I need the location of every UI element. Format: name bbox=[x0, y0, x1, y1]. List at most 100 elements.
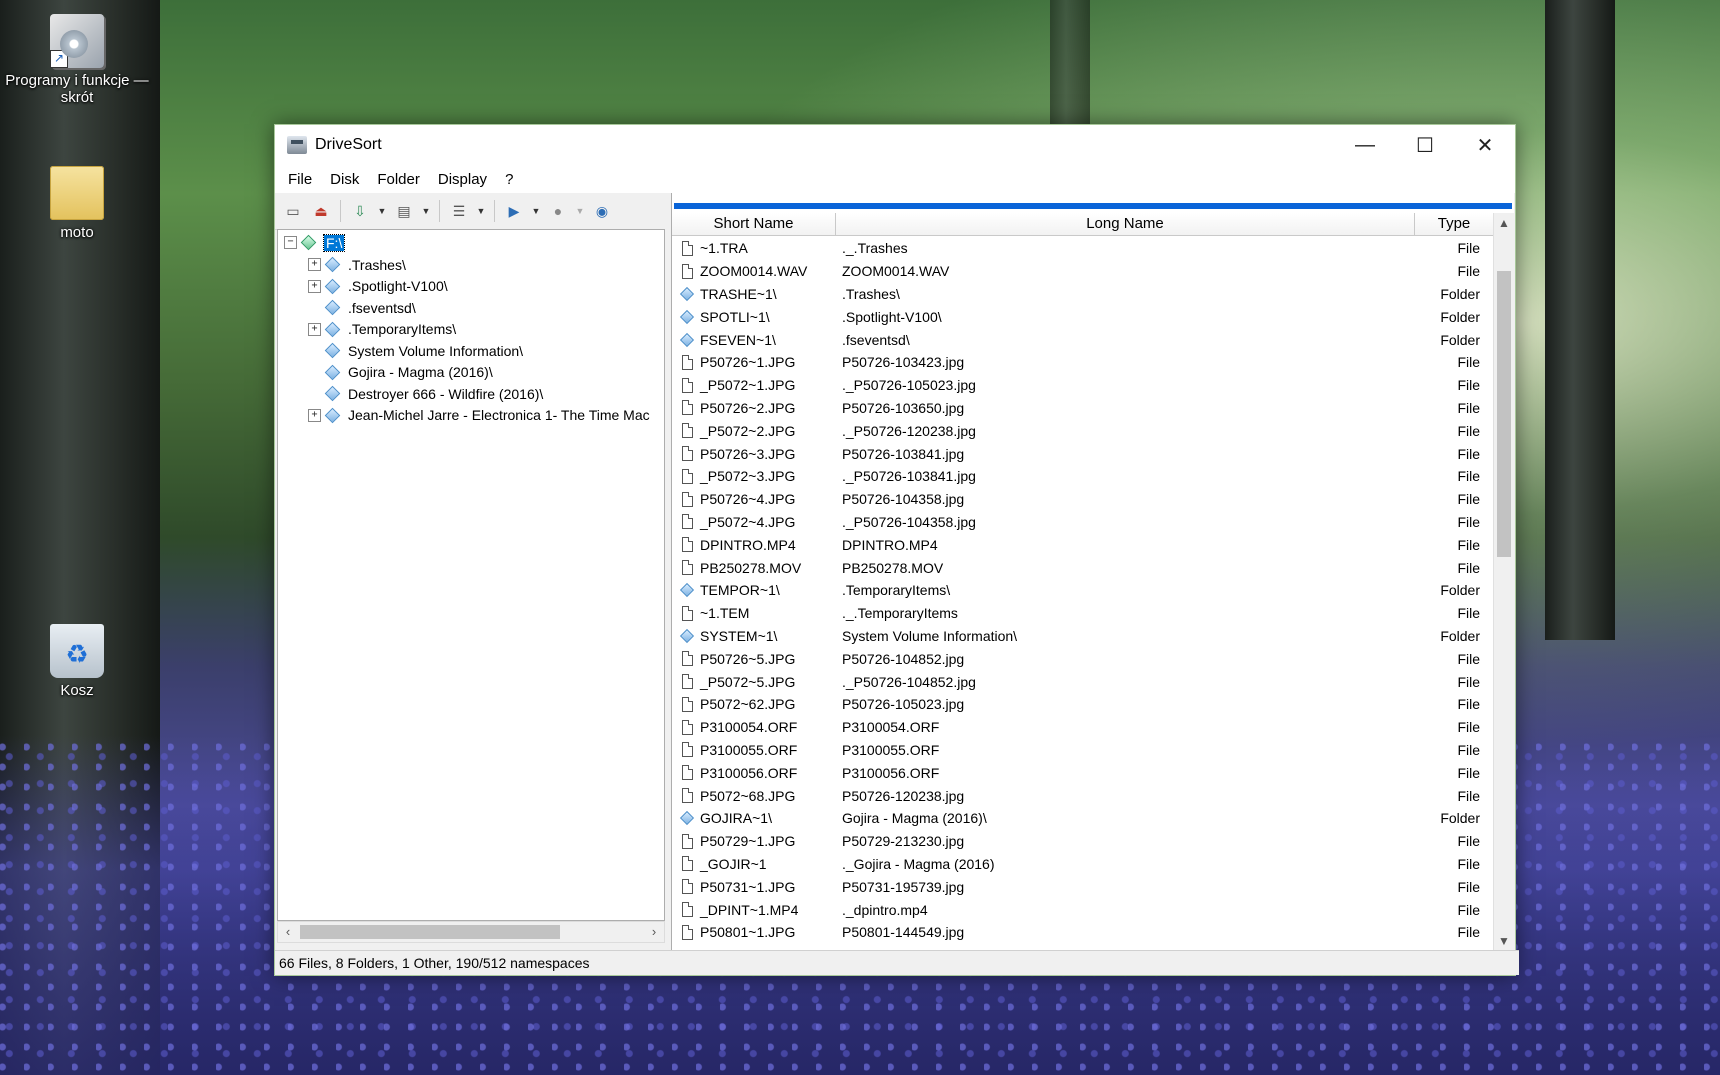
table-row[interactable]: _P5072~5.JPG ._P50726-104852.jpg File bbox=[672, 670, 1494, 693]
table-row[interactable]: _P5072~1.JPG ._P50726-105023.jpg File bbox=[672, 374, 1494, 397]
stop-icon[interactable]: ◉ bbox=[590, 200, 614, 222]
menu-file[interactable]: File bbox=[279, 171, 321, 188]
table-row[interactable]: P3100055.ORF P3100055.ORF File bbox=[672, 739, 1494, 762]
scroll-left-icon[interactable]: ‹ bbox=[278, 922, 298, 942]
tree-item-label[interactable]: Jean-Michel Jarre - Electronica 1- The T… bbox=[348, 407, 650, 423]
table-row[interactable]: P50726~2.JPG P50726-103650.jpg File bbox=[672, 397, 1494, 420]
row-icon-wrap bbox=[678, 605, 696, 621]
desktop-icon-recycle-bin[interactable]: ♻ Kosz bbox=[2, 624, 152, 699]
column-header-long-name[interactable]: Long Name bbox=[836, 213, 1415, 236]
long-name-cell: ._P50726-103841.jpg bbox=[842, 468, 976, 485]
scrollbar-thumb[interactable] bbox=[300, 925, 560, 939]
table-row[interactable]: _P5072~4.JPG ._P50726-104358.jpg File bbox=[672, 511, 1494, 534]
tree-item[interactable]: .fseventsd\ bbox=[308, 297, 416, 318]
app-icon[interactable] bbox=[287, 136, 307, 154]
table-row[interactable]: PB250278.MOV PB250278.MOV File bbox=[672, 556, 1494, 579]
desktop-icon-moto[interactable]: moto bbox=[2, 166, 152, 241]
title-bar[interactable]: DriveSort — ☐ ✕ bbox=[275, 125, 1515, 165]
short-name-cell: _P5072~3.JPG bbox=[700, 468, 796, 485]
table-row[interactable]: _GOJIR~1 ._Gojira - Magma (2016) File bbox=[672, 853, 1494, 876]
record-dropdown-arrow-icon[interactable]: ▼ bbox=[574, 200, 586, 222]
sort-icon[interactable]: ⇩ bbox=[348, 200, 372, 222]
table-row[interactable]: P50801~1.JPG P50801-144549.jpg File bbox=[672, 921, 1494, 944]
minimize-button[interactable]: — bbox=[1335, 125, 1395, 165]
table-row[interactable]: P50726~1.JPG P50726-103423.jpg File bbox=[672, 351, 1494, 374]
tree-item[interactable]: + Jean-Michel Jarre - Electronica 1- The… bbox=[308, 405, 650, 426]
view-dropdown-arrow-icon[interactable]: ▼ bbox=[475, 200, 487, 222]
short-name-cell: ~1.TEM bbox=[700, 605, 750, 622]
tree-item-label[interactable]: .Trashes\ bbox=[348, 257, 406, 273]
table-row[interactable]: _DPINT~1.MP4 ._dpintro.mp4 File bbox=[672, 898, 1494, 921]
tree-item-label[interactable]: .TemporaryItems\ bbox=[348, 321, 456, 337]
play-dropdown-arrow-icon[interactable]: ▼ bbox=[530, 200, 542, 222]
table-row[interactable]: P50726~3.JPG P50726-103841.jpg File bbox=[672, 442, 1494, 465]
table-row[interactable]: ZOOM0014.WAV ZOOM0014.WAV File bbox=[672, 260, 1494, 283]
folder-tree[interactable]: − F:\ + .Trashes\ + .Spotlight-V100\ .fs… bbox=[277, 229, 665, 921]
expand-icon[interactable]: + bbox=[308, 258, 321, 271]
table-row[interactable]: SPOTLI~1\ .Spotlight-V100\ Folder bbox=[672, 305, 1494, 328]
close-button[interactable]: ✕ bbox=[1455, 125, 1515, 165]
table-row[interactable]: P5072~68.JPG P50726-120238.jpg File bbox=[672, 784, 1494, 807]
table-row[interactable]: TRASHE~1\ .Trashes\ Folder bbox=[672, 283, 1494, 306]
tree-horizontal-scrollbar[interactable]: ‹ › bbox=[277, 921, 665, 943]
table-row[interactable]: P3100056.ORF P3100056.ORF File bbox=[672, 761, 1494, 784]
list-vertical-scrollbar[interactable]: ▲ ▼ bbox=[1493, 213, 1514, 951]
eject-icon[interactable]: ⏏ bbox=[309, 200, 333, 222]
table-row[interactable]: P50731~1.JPG P50731-195739.jpg File bbox=[672, 875, 1494, 898]
table-row[interactable]: ~1.TEM ._.TemporaryItems File bbox=[672, 602, 1494, 625]
tree-item[interactable]: + .TemporaryItems\ bbox=[308, 319, 456, 340]
table-row[interactable]: GOJIRA~1\ Gojira - Magma (2016)\ Folder bbox=[672, 807, 1494, 830]
tree-item-label[interactable]: Destroyer 666 - Wildfire (2016)\ bbox=[348, 386, 543, 402]
column-header-short-name[interactable]: Short Name bbox=[672, 213, 836, 236]
tree-item[interactable]: Destroyer 666 - Wildfire (2016)\ bbox=[308, 383, 543, 404]
table-row[interactable]: P50729~1.JPG P50729-213230.jpg File bbox=[672, 830, 1494, 853]
menu-folder[interactable]: Folder bbox=[368, 171, 429, 188]
table-row[interactable]: P50726~4.JPG P50726-104358.jpg File bbox=[672, 488, 1494, 511]
short-name-cell: ~1.TRA bbox=[700, 240, 748, 257]
tree-item-label[interactable]: System Volume Information\ bbox=[348, 343, 523, 359]
write-icon[interactable]: ▤ bbox=[392, 200, 416, 222]
play-icon[interactable]: ▶ bbox=[502, 200, 526, 222]
tree-root-label[interactable]: F:\ bbox=[322, 233, 346, 252]
tree-root[interactable]: − F:\ bbox=[284, 232, 346, 253]
write-dropdown-arrow-icon[interactable]: ▼ bbox=[420, 200, 432, 222]
desktop-icon-programs[interactable]: ↗ Programy i funkcje — skrót bbox=[2, 14, 152, 106]
expand-icon[interactable]: + bbox=[308, 279, 321, 293]
list-view-icon[interactable]: ☰ bbox=[447, 200, 471, 222]
tree-item[interactable]: + .Spotlight-V100\ bbox=[308, 276, 448, 297]
table-row[interactable]: TEMPOR~1\ .TemporaryItems\ Folder bbox=[672, 579, 1494, 602]
file-list[interactable]: Short Name Long Name Type ~1.TRA ._.Trash… bbox=[672, 213, 1494, 951]
table-row[interactable]: FSEVEN~1\ .fseventsd\ Folder bbox=[672, 328, 1494, 351]
table-row[interactable]: _P5072~2.JPG ._P50726-120238.jpg File bbox=[672, 419, 1494, 442]
table-row[interactable]: P5072~62.JPG P50726-105023.jpg File bbox=[672, 693, 1494, 716]
short-name-cell: P50726~4.JPG bbox=[700, 491, 796, 508]
menu-help[interactable]: ? bbox=[496, 171, 522, 188]
tree-item-label[interactable]: .fseventsd\ bbox=[348, 300, 416, 316]
maximize-button[interactable]: ☐ bbox=[1395, 125, 1455, 165]
sort-dropdown-arrow-icon[interactable]: ▼ bbox=[376, 200, 388, 222]
drive-icon[interactable]: ▭ bbox=[281, 200, 305, 222]
record-icon[interactable]: ● bbox=[546, 200, 570, 222]
scrollbar-thumb[interactable] bbox=[1497, 271, 1511, 557]
table-row[interactable]: P50726~5.JPG P50726-104852.jpg File bbox=[672, 647, 1494, 670]
table-row[interactable]: _P5072~3.JPG ._P50726-103841.jpg File bbox=[672, 465, 1494, 488]
tree-item-label[interactable]: .Spotlight-V100\ bbox=[348, 278, 448, 294]
folder-icon bbox=[679, 628, 695, 644]
tree-item[interactable]: Gojira - Magma (2016)\ bbox=[308, 362, 493, 383]
expand-icon[interactable]: + bbox=[308, 322, 321, 336]
scroll-down-icon[interactable]: ▼ bbox=[1494, 931, 1514, 951]
table-row[interactable]: SYSTEM~1\ System Volume Information\ Folde… bbox=[672, 625, 1494, 648]
scroll-right-icon[interactable]: › bbox=[644, 922, 664, 942]
menu-display[interactable]: Display bbox=[429, 171, 496, 188]
table-row[interactable]: P3100054.ORF P3100054.ORF File bbox=[672, 716, 1494, 739]
tree-item[interactable]: + .Trashes\ bbox=[308, 254, 406, 275]
scroll-up-icon[interactable]: ▲ bbox=[1494, 213, 1514, 233]
tree-item[interactable]: System Volume Information\ bbox=[308, 340, 523, 361]
expand-icon[interactable]: + bbox=[308, 408, 321, 422]
table-row[interactable]: ~1.TRA ._.Trashes File bbox=[672, 237, 1494, 260]
tree-item-label[interactable]: Gojira - Magma (2016)\ bbox=[348, 364, 493, 380]
menu-disk[interactable]: Disk bbox=[321, 171, 368, 188]
collapse-icon[interactable]: − bbox=[284, 236, 297, 249]
table-row[interactable]: DPINTRO.MP4 DPINTRO.MP4 File bbox=[672, 533, 1494, 556]
column-header-type[interactable]: Type bbox=[1415, 213, 1494, 236]
